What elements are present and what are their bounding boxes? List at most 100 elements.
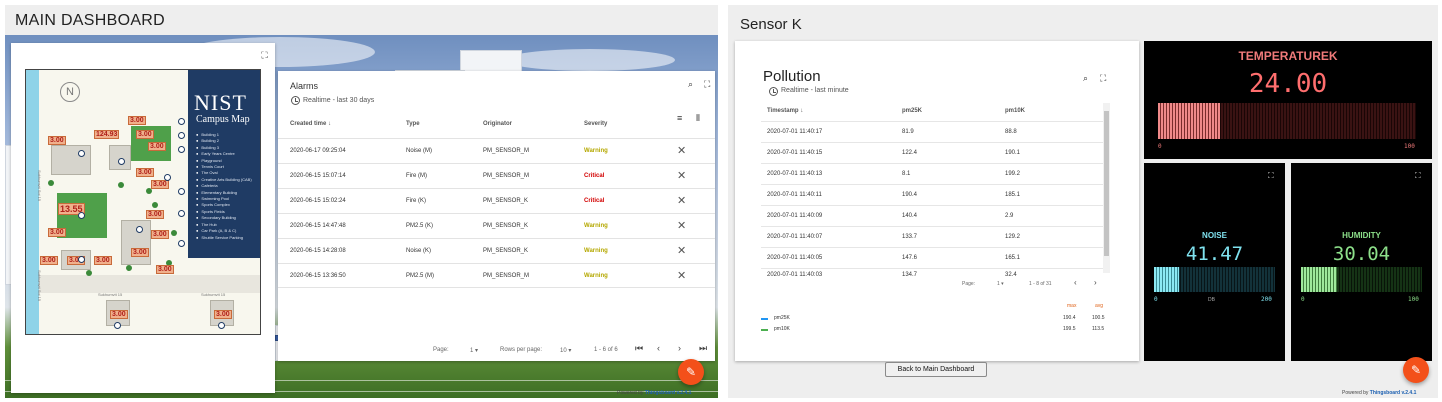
last-page-icon[interactable]: ⏭ bbox=[699, 343, 707, 354]
table-row[interactable]: 2020-07-01 11:40:15 122.4 190.1 bbox=[761, 142, 1103, 163]
main-dashboard: MAIN DASHBOARD ⛶ N NIST Campus Map ● Bui… bbox=[5, 5, 718, 398]
map-subtitle: Campus Map bbox=[196, 114, 250, 125]
cell-type: Fire (K) bbox=[406, 198, 426, 204]
dashboard-title: Sensor K bbox=[740, 16, 802, 33]
fullscreen-icon[interactable]: ⛶ bbox=[1268, 171, 1274, 181]
back-to-main-dashboard-button[interactable]: Back to Main Dashboard bbox=[885, 362, 987, 377]
fullscreen-icon[interactable]: ⛶ bbox=[1415, 171, 1421, 181]
page-select[interactable]: 1 ▾ bbox=[997, 281, 1004, 287]
alarms-timewindow[interactable]: Realtime - last 30 days bbox=[303, 97, 374, 104]
table-row[interactable]: 2020-07-01 11:40:07 133.7 129.2 bbox=[761, 226, 1103, 247]
sensor-marker[interactable]: 3.00 bbox=[40, 256, 58, 265]
legend-series-avg: 113.5 bbox=[1092, 326, 1105, 332]
table-row[interactable]: 2020-07-01 11:40:17 81.9 88.8 bbox=[761, 121, 1103, 142]
clear-alarm-icon[interactable]: ✕ bbox=[677, 144, 686, 157]
sensor-marker[interactable]: 3.00 bbox=[128, 116, 146, 125]
cell-severity: Warning bbox=[584, 248, 608, 254]
cell-timestamp: 2020-07-01 11:40:07 bbox=[767, 234, 823, 240]
cell-time: 2020-06-15 13:36:50 bbox=[290, 273, 346, 279]
clear-alarm-icon[interactable]: ✕ bbox=[677, 244, 686, 257]
next-page-icon[interactable]: › bbox=[1094, 278, 1097, 287]
column-header-timestamp[interactable]: Timestamp ↓ bbox=[767, 108, 803, 114]
edit-icon[interactable]: ✎ bbox=[1403, 357, 1429, 383]
table-row[interactable]: 2020-06-15 14:47:48 PM2.5 (K) PM_SENSOR_… bbox=[278, 213, 715, 238]
table-row[interactable]: 2020-06-15 13:36:50 PM2.5 (M) PM_SENSOR_… bbox=[278, 263, 715, 288]
previous-page-icon[interactable]: ‹ bbox=[657, 343, 660, 353]
sensor-marker[interactable]: 3.00 bbox=[151, 230, 169, 239]
columns-icon[interactable]: ⦀ bbox=[696, 113, 700, 124]
humidity-value: 30.04 bbox=[1332, 243, 1391, 265]
sensor-dashboard: Sensor K Pollution Realtime - last minut… bbox=[728, 5, 1438, 398]
column-header-severity[interactable]: Severity bbox=[584, 121, 607, 127]
table-row[interactable]: 2020-06-15 14:28:08 Noise (K) PM_SENSOR_… bbox=[278, 238, 715, 263]
column-header-originator[interactable]: Originator bbox=[483, 121, 512, 127]
previous-page-icon[interactable]: ‹ bbox=[1074, 278, 1077, 287]
clear-alarm-icon[interactable]: ✕ bbox=[677, 219, 686, 232]
clear-alarm-icon[interactable]: ✕ bbox=[677, 194, 686, 207]
table-row[interactable]: 2020-06-15 15:02:24 Fire (K) PM_SENSOR_K… bbox=[278, 188, 715, 213]
page-range: 1 - 6 of 6 bbox=[594, 347, 618, 353]
column-header-created-time[interactable]: Created time ↓ bbox=[290, 121, 331, 127]
thingsboard-link[interactable]: Thingsboard v.2.4.1 bbox=[645, 390, 692, 396]
clear-alarm-icon[interactable]: ✕ bbox=[677, 269, 686, 282]
table-row[interactable]: 2020-06-17 09:25:04 Noise (M) PM_SENSOR_… bbox=[278, 138, 715, 163]
campus-map[interactable]: N NIST Campus Map Building 1 Building 2 … bbox=[25, 69, 261, 335]
table-row[interactable]: 2020-07-01 11:40:09 140.4 2.9 bbox=[761, 205, 1103, 226]
sensor-marker[interactable]: 3.00 bbox=[151, 180, 169, 189]
table-row[interactable]: 2020-07-01 11:40:11 190.4 185.1 bbox=[761, 184, 1103, 205]
table-row[interactable]: 2020-07-01 11:40:05 147.6 165.1 bbox=[761, 247, 1103, 268]
table-scrollbar[interactable] bbox=[1103, 103, 1110, 273]
table-row[interactable]: 2020-07-01 11:40:13 8.1 199.2 bbox=[761, 163, 1103, 184]
thingsboard-link[interactable]: Thingsboard v.2.4.1 bbox=[1370, 390, 1417, 396]
search-icon[interactable]: ⌕ bbox=[688, 79, 693, 90]
first-page-icon[interactable]: ⏮ bbox=[635, 343, 643, 354]
cell-pm10: 165.1 bbox=[1005, 255, 1021, 261]
cell-timestamp: 2020-07-01 11:40:17 bbox=[767, 129, 823, 135]
page-select[interactable]: 1 ▾ bbox=[470, 347, 478, 354]
sensor-marker[interactable]: 124.93 bbox=[94, 130, 120, 139]
fullscreen-icon[interactable]: ⛶ bbox=[1100, 73, 1106, 84]
sensor-marker[interactable]: 3.00 bbox=[136, 130, 154, 139]
cell-pm10: 129.2 bbox=[1005, 234, 1021, 240]
edit-icon[interactable]: ✎ bbox=[678, 359, 704, 385]
cell-originator: PM_SENSOR_K bbox=[483, 248, 529, 254]
legend-series-name[interactable]: pm10K bbox=[774, 326, 790, 332]
powered-by: Powered by Thingsboard v.2.4.1 bbox=[1342, 390, 1417, 396]
fullscreen-icon[interactable]: ⛶ bbox=[260, 51, 269, 60]
pollution-timewindow[interactable]: Realtime - last minute bbox=[781, 87, 849, 94]
search-icon[interactable]: ⌕ bbox=[1083, 73, 1088, 84]
rows-per-page-select[interactable]: 10 ▾ bbox=[560, 347, 571, 354]
clear-alarm-icon[interactable]: ✕ bbox=[677, 169, 686, 182]
column-header-pm10[interactable]: pm10K bbox=[1005, 108, 1025, 114]
cell-pm10: 2.9 bbox=[1005, 213, 1014, 219]
cell-time: 2020-06-17 09:25:04 bbox=[290, 148, 346, 154]
sensor-marker[interactable]: 3.00 bbox=[136, 168, 154, 177]
filter-icon[interactable]: ≡ bbox=[677, 113, 682, 123]
sensor-marker[interactable]: 3.00 bbox=[48, 136, 66, 145]
sensor-marker[interactable]: 3.00 bbox=[148, 142, 166, 151]
noise-max: 200 bbox=[1261, 296, 1272, 303]
legend-series-max: 199.5 bbox=[1063, 326, 1076, 332]
table-row[interactable]: 2020-06-15 15:07:14 Fire (M) PM_SENSOR_M… bbox=[278, 163, 715, 188]
fullscreen-icon[interactable]: ⛶ bbox=[704, 79, 710, 90]
table-row[interactable]: 2020-07-01 11:40:03 134.7 32.4 bbox=[761, 268, 1103, 278]
cell-originator: PM_SENSOR_M bbox=[483, 273, 530, 279]
column-header-pm25[interactable]: pm25K bbox=[902, 108, 922, 114]
sensor-marker[interactable]: 3.00 bbox=[110, 310, 128, 319]
alarms-widget: Alarms Realtime - last 30 days ⌕ ⛶ ≡ ⦀ C… bbox=[278, 71, 715, 361]
dashboard-title: MAIN DASHBOARD bbox=[15, 12, 165, 29]
cell-timestamp: 2020-07-01 11:40:11 bbox=[767, 192, 822, 198]
sensor-marker[interactable]: 3.00 bbox=[156, 265, 174, 274]
sensor-marker[interactable]: 3.00 bbox=[131, 248, 149, 257]
sensor-marker[interactable]: 3.00 bbox=[146, 210, 164, 219]
sensor-marker[interactable]: 3.00 bbox=[48, 228, 66, 237]
cell-pm25: 134.7 bbox=[902, 272, 918, 278]
cell-type: Noise (M) bbox=[406, 148, 433, 154]
compass-icon: N bbox=[60, 82, 80, 102]
column-header-type[interactable]: Type bbox=[406, 121, 420, 127]
sensor-marker[interactable]: 3.00 bbox=[214, 310, 232, 319]
next-page-icon[interactable]: › bbox=[678, 343, 681, 353]
sensor-marker[interactable]: 3.00 bbox=[94, 256, 112, 265]
legend-series-name[interactable]: pm25K bbox=[774, 315, 790, 321]
street-label: Sukhumvit Soi 15 bbox=[37, 170, 42, 202]
